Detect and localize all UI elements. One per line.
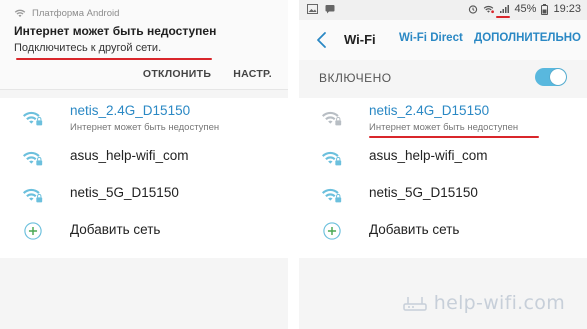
- back-arrow-icon[interactable]: [313, 30, 331, 50]
- wifi-network-list: netis_2.4G_D15150 Интернет может быть не…: [0, 98, 288, 258]
- wifi-lock-icon: [23, 188, 43, 203]
- network-item[interactable]: netis_5G_D15150: [0, 175, 288, 212]
- network-item[interactable]: netis_2.4G_D15150 Интернет может быть не…: [299, 98, 587, 138]
- highlight-underline: [16, 58, 212, 60]
- wifi-lock-icon: [322, 151, 342, 166]
- watermark: help-wifi.com: [402, 292, 565, 314]
- network-name: asus_help-wifi_com: [70, 148, 189, 163]
- add-icon: [323, 222, 341, 240]
- add-network-button[interactable]: Добавить сеть: [299, 212, 587, 249]
- wifi-toggle-row[interactable]: ВКЛЮЧЕНО: [299, 60, 587, 94]
- notification-text: Подключитесь к другой сети.: [14, 42, 162, 54]
- settings-button[interactable]: НАСТР.: [233, 68, 272, 80]
- app-bar: Wi-Fi Wi-Fi Direct ДОПОЛНИТЕЛЬНО: [299, 20, 587, 60]
- network-item[interactable]: netis_2.4G_D15150 Интернет может быть не…: [0, 98, 288, 138]
- wifi-lock-icon: [23, 111, 43, 126]
- page-title: Wi-Fi: [344, 32, 376, 47]
- router-icon: [403, 297, 427, 311]
- wifi-settings-screen: 45% 19:23 Wi-Fi Wi-Fi Direct ДОПОЛНИТЕЛЬ…: [299, 0, 587, 329]
- network-name: netis_5G_D15150: [70, 185, 179, 200]
- network-item[interactable]: netis_5G_D15150: [299, 175, 587, 212]
- network-status: Интернет может быть недоступен: [70, 122, 220, 133]
- notification-title: Интернет может быть недоступен: [14, 24, 217, 38]
- network-name: netis_5G_D15150: [369, 185, 478, 200]
- watermark-text: help-wifi.com: [433, 292, 565, 314]
- switch-knob: [550, 69, 566, 85]
- add-icon: [24, 222, 42, 240]
- status-bar: 45% 19:23: [299, 0, 587, 20]
- status-time: 19:23: [553, 3, 581, 15]
- wifi-lock-icon: [322, 111, 342, 126]
- wifi-switch[interactable]: [535, 68, 567, 86]
- notification-app-name: Платформа Android: [32, 7, 120, 19]
- network-name: asus_help-wifi_com: [369, 148, 488, 163]
- wifi-icon: [14, 9, 26, 17]
- wifi-network-list: netis_2.4G_D15150 Интернет может быть не…: [299, 98, 587, 258]
- advanced-button[interactable]: ДОПОЛНИТЕЛЬНО: [474, 32, 581, 44]
- wifi-warning-icon: [484, 5, 495, 14]
- notification-card[interactable]: Платформа Android Интернет может быть не…: [0, 0, 288, 90]
- image-icon: [307, 4, 318, 14]
- alarm-icon: [469, 5, 478, 14]
- network-name: netis_2.4G_D15150: [70, 103, 191, 118]
- wifi-lock-icon: [322, 188, 342, 203]
- network-item[interactable]: asus_help-wifi_com: [299, 138, 587, 175]
- add-network-label: Добавить сеть: [70, 222, 161, 237]
- notification-screen: Платформа Android Интернет может быть не…: [0, 0, 288, 329]
- battery-percent: 45%: [514, 3, 537, 15]
- message-icon: [325, 5, 335, 14]
- toggle-label: ВКЛЮЧЕНО: [319, 71, 392, 85]
- add-network-button[interactable]: Добавить сеть: [0, 212, 288, 249]
- signal-icon: [500, 5, 510, 13]
- network-name: netis_2.4G_D15150: [369, 103, 490, 118]
- wifi-direct-button[interactable]: Wi-Fi Direct: [399, 32, 463, 44]
- network-status: Интернет может быть недоступен: [369, 122, 519, 133]
- wifi-lock-icon: [23, 151, 43, 166]
- notification-header: Платформа Android: [14, 7, 119, 19]
- add-network-label: Добавить сеть: [369, 222, 460, 237]
- dismiss-button[interactable]: ОТКЛОНИТЬ: [143, 68, 211, 80]
- status-bar-system: 45% 19:23: [468, 3, 581, 15]
- network-item[interactable]: asus_help-wifi_com: [0, 138, 288, 175]
- highlight-underline: [496, 16, 510, 18]
- battery-icon: [541, 3, 549, 15]
- status-bar-notifications: [307, 4, 335, 14]
- notification-actions: ОТКЛОНИТЬ НАСТР.: [143, 68, 272, 80]
